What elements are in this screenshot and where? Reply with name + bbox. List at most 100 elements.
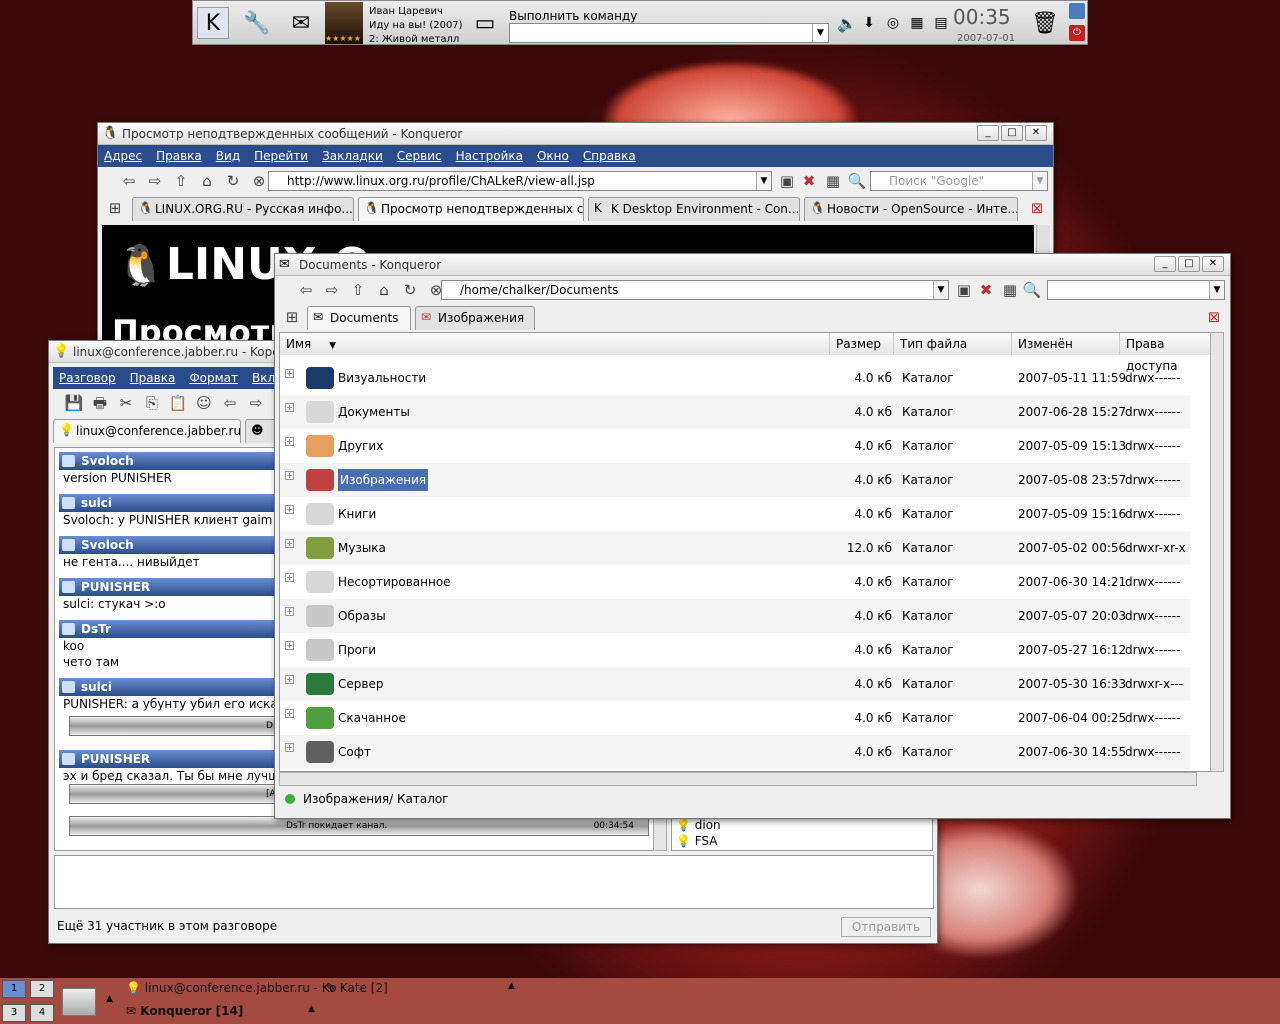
forward-icon[interactable]: ⇨ (144, 170, 166, 192)
expand-icon[interactable]: + (285, 607, 294, 616)
reload-icon[interactable]: ↻ (399, 279, 421, 301)
tab-profile[interactable]: 🐧 Просмотр неподтвержденных с... (358, 197, 584, 221)
url-dropdown[interactable]: ▼ (933, 281, 948, 299)
menu-item[interactable]: Формат (189, 371, 238, 385)
file-row[interactable]: + Визуальности 4.0 кб Каталог 2007-05-11 11:… (280, 361, 1190, 395)
usb-drive-icon[interactable]: ▭ (469, 7, 501, 39)
run-command-dropdown[interactable]: ▼ (812, 24, 828, 42)
save-icon[interactable]: 💾 (63, 392, 85, 414)
file-row[interactable]: + Музыка 12.0 кб Каталог 2007-05-02 00:56 drw… (280, 531, 1190, 565)
menu-item[interactable]: Сервис (397, 149, 442, 163)
close-tab-icon[interactable]: ⊠ (1026, 197, 1048, 219)
expand-icon[interactable]: + (285, 675, 294, 684)
k-menu-icon[interactable]: K (197, 7, 229, 39)
task-group-arrow-icon[interactable]: ▲ (308, 1004, 315, 1014)
file-row[interactable]: + Софт 4.0 кб Каталог 2007-06-30 14:55 drwx--… (280, 735, 1190, 769)
run-command-input[interactable]: ▼ (509, 23, 829, 43)
column-permissions[interactable]: Права доступа (1120, 333, 1210, 373)
file-row[interactable]: + Изображения 4.0 кб Каталог 2007-05-08 23:5… (280, 463, 1190, 497)
file-row[interactable]: + Скачанное 4.0 кб Каталог 2007-06-04 00:25 d… (280, 701, 1190, 735)
print-icon[interactable]: 🖶 (89, 392, 111, 414)
column-modified[interactable]: Изменён (1012, 333, 1120, 355)
back-icon[interactable]: ⇦ (219, 392, 241, 414)
expand-icon[interactable]: + (285, 573, 294, 582)
location-bar[interactable]: /home/chalker/Documents ▼ (441, 280, 949, 300)
lock-screen-icon[interactable] (1069, 3, 1085, 19)
url-dropdown[interactable]: ▼ (756, 172, 771, 190)
trash-icon[interactable]: 🗑 (1029, 7, 1061, 39)
tab-conference[interactable]: 💡 linux@conference.jabber.ru (53, 419, 241, 443)
file-row[interactable]: + Документы 4.0 кб Каталог 2007-06-28 15:27 d… (280, 395, 1190, 429)
file-row[interactable]: + Сервер 4.0 кб Каталог 2007-05-30 16:33 drwx… (280, 667, 1190, 701)
file-row[interactable]: + Несортированное 4.0 кб Каталог 2007-06-30 … (280, 565, 1190, 599)
menu-item[interactable]: Перейти (254, 149, 308, 163)
tools-icon[interactable]: 🔧 (241, 7, 273, 39)
expand-icon[interactable]: + (285, 709, 294, 718)
search-input[interactable]: ▼ (1047, 280, 1225, 300)
minimize-button[interactable]: _ (977, 125, 999, 141)
message-nick[interactable]: DsTr (59, 620, 275, 638)
tab-documents[interactable]: ✉ Documents (307, 306, 411, 330)
menu-item[interactable]: Вкл (252, 371, 275, 385)
column-name[interactable]: Имя ▼ (280, 333, 830, 355)
up-icon[interactable]: ⇧ (170, 170, 192, 192)
titlebar[interactable]: 🐧 Просмотр неподтвержденных сообщений - … (98, 123, 1053, 145)
file-row[interactable]: + Проги 4.0 кб Каталог 2007-05-27 16:12 drwx-… (280, 633, 1190, 667)
up-icon[interactable]: ⇧ (347, 279, 369, 301)
expand-icon[interactable]: + (285, 505, 294, 514)
column-size[interactable]: Размер (830, 333, 894, 355)
member-list[interactable]: 💡 dion 💡 FSA (671, 817, 933, 851)
vertical-scrollbar[interactable] (1210, 332, 1224, 772)
menu-item[interactable]: Справка (583, 149, 636, 163)
column-type[interactable]: Тип файла (894, 333, 1012, 355)
search-input[interactable]: Поиск "Google" ▼ (870, 171, 1048, 191)
logout-icon[interactable]: ⏻ (1069, 25, 1085, 41)
menu-item[interactable]: Окно (537, 149, 569, 163)
menu-item[interactable]: Настройка (456, 149, 523, 163)
expand-icon[interactable]: + (285, 369, 294, 378)
tab-images[interactable]: ✉ Изображения (415, 306, 535, 330)
message-nick[interactable]: Svoloch (59, 452, 275, 470)
view-icon[interactable]: ▣ (776, 170, 798, 192)
zoom-icon[interactable]: ✖ (975, 279, 997, 301)
maximize-button[interactable]: □ (1001, 125, 1023, 141)
menu-item[interactable]: Адрес (104, 149, 142, 163)
new-tab-icon[interactable]: ⊞ (281, 306, 303, 328)
expand-icon[interactable]: + (285, 437, 294, 446)
location-bar[interactable]: http://www.linux.org.ru/profile/ChALkeR/… (268, 171, 772, 191)
find-icon[interactable]: 🔍 (846, 170, 868, 192)
close-button[interactable]: ✕ (1025, 125, 1047, 141)
back-icon[interactable]: ⇦ (295, 279, 317, 301)
pager-arrow-icon[interactable]: ▲ (106, 994, 113, 1004)
forward-icon[interactable]: ⇨ (245, 392, 267, 414)
menu-item[interactable]: Разговор (59, 371, 116, 385)
minimize-button[interactable]: _ (1154, 256, 1176, 272)
show-desktop-icon[interactable] (62, 988, 96, 1016)
smiley-icon[interactable]: ☺ (193, 392, 215, 414)
message-nick[interactable]: sulci (59, 678, 275, 696)
close-tab-icon[interactable]: ⊠ (1203, 306, 1225, 328)
task-konqueror[interactable]: ✉ Konqueror [14] (126, 1004, 243, 1018)
menu-item[interactable]: Закладки (322, 149, 383, 163)
file-row[interactable]: + Образы 4.0 кб Каталог 2007-05-07 20:03 drwx… (280, 599, 1190, 633)
media-player-applet[interactable]: Иван Царевич Иду на вы! (2007) ★★★★★ 2: … (325, 2, 465, 45)
menu-item[interactable]: Вид (216, 149, 240, 163)
search-dropdown[interactable]: ▼ (1032, 172, 1047, 190)
message-nick[interactable]: PUNISHER (59, 578, 275, 596)
expand-icon[interactable]: + (285, 641, 294, 650)
expand-icon[interactable]: + (285, 403, 294, 412)
cut-icon[interactable]: ✂ (115, 392, 137, 414)
menu-item[interactable]: Правка (130, 371, 176, 385)
message-input[interactable] (54, 855, 934, 909)
view-icon[interactable]: ▣ (953, 279, 975, 301)
tab-opensource[interactable]: 🐧 Новости - OpenSource - Инте... (804, 197, 1018, 221)
desktop-2-button[interactable]: 2 (30, 980, 54, 998)
bookmarks-icon[interactable]: ▦ (999, 279, 1021, 301)
tab-kde[interactable]: K K Desktop Environment - Con... (588, 197, 800, 221)
find-icon[interactable]: 🔍 (1021, 279, 1043, 301)
member-item[interactable]: 💡 dion (676, 818, 721, 832)
stop-icon[interactable]: ⊗ (248, 170, 270, 192)
copy-icon[interactable]: ⎘ (141, 392, 163, 414)
forward-icon[interactable]: ⇨ (321, 279, 343, 301)
home-icon[interactable]: ⌂ (373, 279, 395, 301)
